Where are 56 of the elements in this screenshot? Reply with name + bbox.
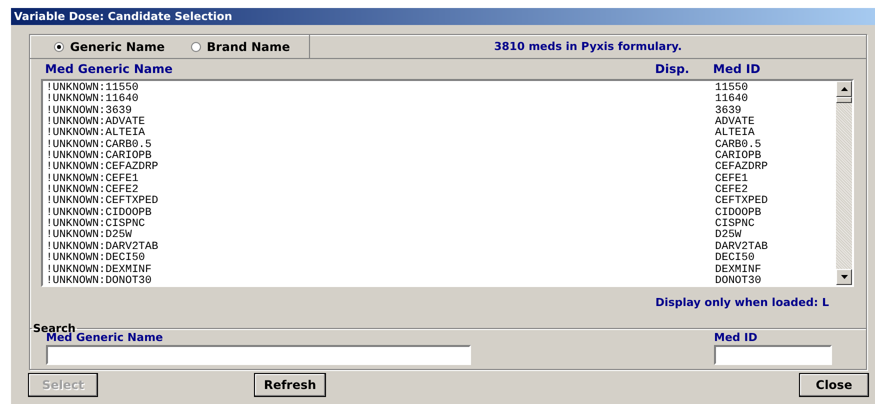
table-cell[interactable]: !UNKNOWN:DEXMINF — [46, 264, 152, 276]
table-cell[interactable]: !UNKNOWN:CEFE1 — [46, 172, 138, 185]
table-cell[interactable]: !UNKNOWN:CEFE2 — [46, 184, 138, 196]
action-button[interactable]: Close — [799, 373, 869, 397]
table-cell[interactable]: CEFAZDRP — [715, 162, 768, 174]
field-label: Med ID — [714, 331, 758, 344]
search-field[interactable] — [46, 345, 471, 365]
table-cell[interactable]: !UNKNOWN:3639 — [46, 104, 132, 117]
table-cell[interactable]: CISPNC — [715, 219, 755, 230]
column-header: Med ID — [713, 62, 760, 76]
table-cell[interactable]: CARIOPB — [715, 151, 762, 162]
table-cell[interactable]: CEFE1 — [715, 174, 748, 186]
table-cell[interactable]: !UNKNOWN:ADVATE — [46, 116, 146, 128]
radio-option[interactable]: Brand Name — [190, 40, 290, 54]
radio-option[interactable]: Generic Name — [54, 40, 165, 54]
action-button[interactable]: Refresh — [254, 373, 326, 397]
table-cell[interactable]: DECI50 — [715, 253, 755, 264]
table-cell[interactable]: CEFE2 — [715, 185, 748, 196]
table-cell[interactable]: !UNKNOWN:CEFTXPED — [46, 195, 158, 208]
field-label: Med Generic Name — [46, 331, 163, 344]
table-cell[interactable]: CIDOOPB — [715, 208, 762, 220]
table-cell[interactable]: !UNKNOWN:CARIOPB — [46, 150, 152, 162]
column-header: Disp. — [655, 62, 690, 76]
table-cell[interactable]: !UNKNOWN:DECI50 — [46, 252, 146, 264]
radio-icon[interactable] — [190, 42, 201, 52]
table-cell[interactable]: DONOT30 — [715, 276, 762, 288]
table-cell[interactable]: DARV2TAB — [715, 242, 768, 254]
column-header: Med Generic Name — [45, 62, 173, 76]
table-cell[interactable]: !UNKNOWN:CEFAZDRP — [46, 161, 158, 174]
scrollbar[interactable] — [836, 81, 852, 285]
table-cell[interactable]: !UNKNOWN:11640 — [46, 93, 138, 106]
table-cell[interactable]: !UNKNOWN:11550 — [46, 82, 138, 94]
scroll-thumb[interactable] — [836, 97, 852, 103]
table-cell[interactable]: !UNKNOWN:D25W — [46, 229, 132, 242]
table-cell[interactable]: !UNKNOWN:CARB0.5 — [46, 138, 152, 151]
table-cell[interactable]: !UNKNOWN:DARV2TAB — [46, 240, 158, 253]
table-cell[interactable]: CARB0.5 — [715, 140, 762, 152]
table-cell[interactable]: 11550 — [715, 83, 748, 94]
formulary-count: 3810 meds in Pyxis formulary. — [493, 40, 683, 53]
table-cell[interactable]: !UNKNOWN:CIDOOPB — [46, 206, 152, 219]
window-title: Variable Dose: Candidate Selection — [11, 8, 875, 25]
search-field[interactable] — [714, 345, 832, 365]
table-cell[interactable]: ADVATE — [715, 117, 755, 128]
table-cell[interactable]: CEFTXPED — [715, 196, 768, 208]
table-cell[interactable]: !UNKNOWN:ALTEIA — [46, 127, 146, 140]
table-cell[interactable]: DEXMINF — [715, 264, 762, 276]
table-cell[interactable]: D25W — [715, 230, 742, 242]
table-cell[interactable]: 3639 — [715, 106, 742, 118]
scroll-down-icon[interactable] — [836, 269, 852, 285]
table-cell[interactable]: !UNKNOWN:DONOT30 — [46, 274, 152, 287]
scroll-up-icon[interactable] — [836, 81, 852, 97]
table-cell[interactable]: ALTEIA — [715, 128, 755, 140]
table-cell[interactable]: !UNKNOWN:CISPNC — [46, 218, 146, 230]
radio-icon[interactable] — [54, 42, 64, 52]
display-note: Display only when loaded: L — [655, 296, 829, 309]
table-cell[interactable]: 11640 — [715, 94, 748, 106]
